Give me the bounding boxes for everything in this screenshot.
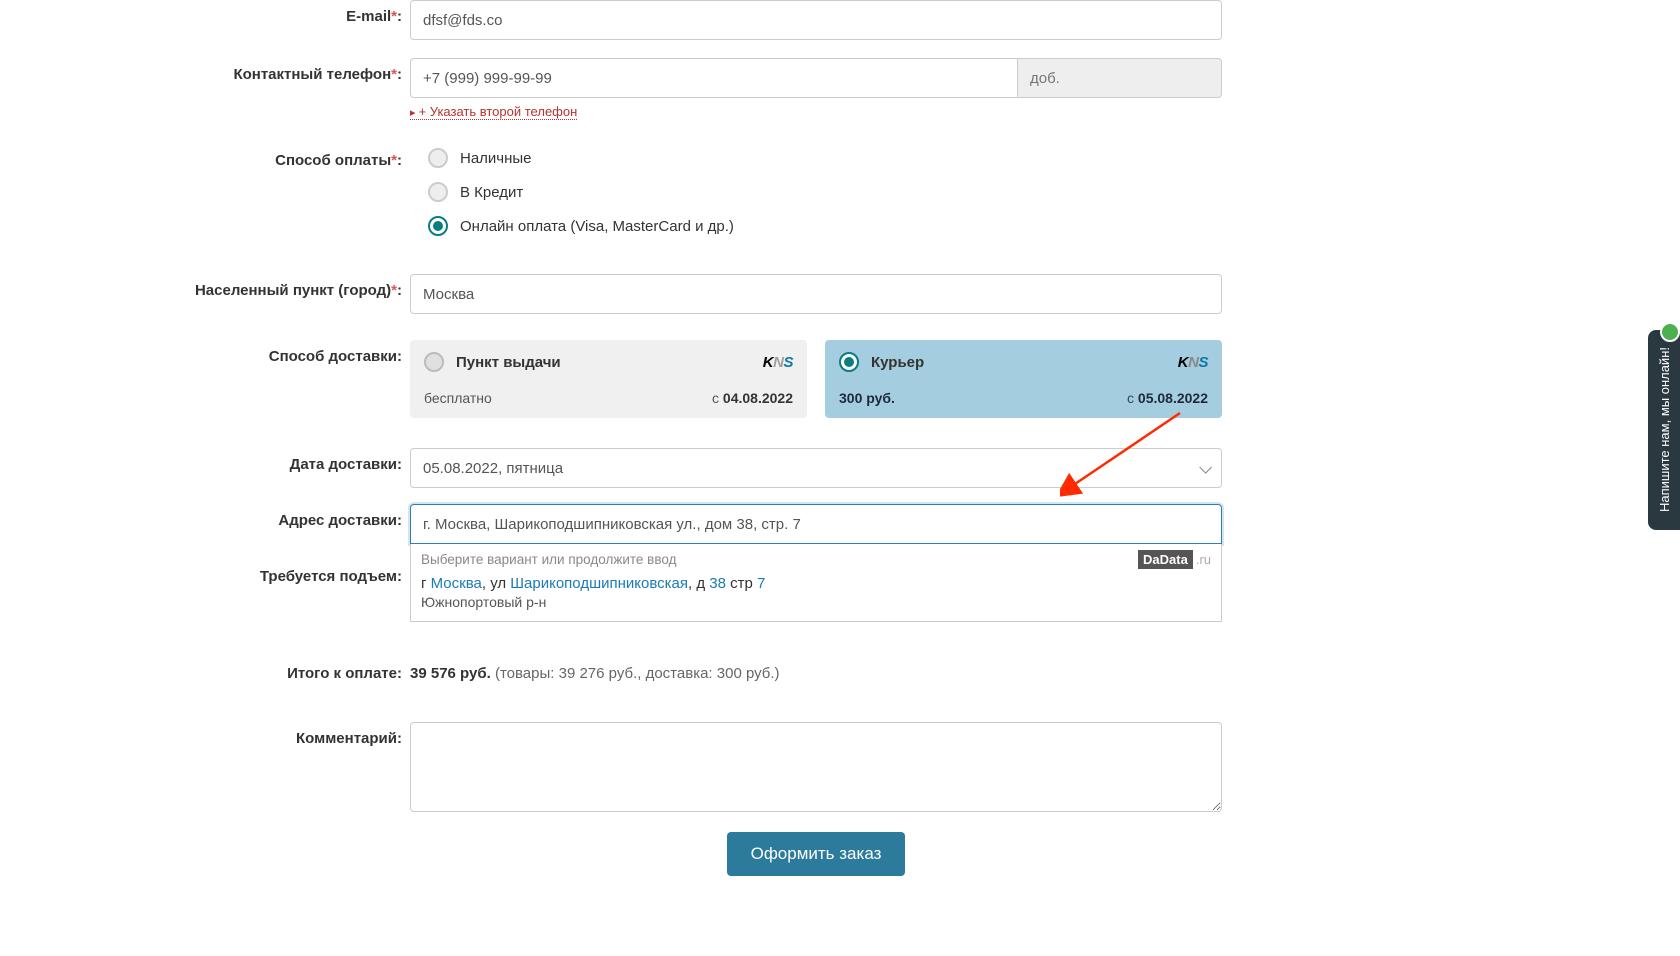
- payment-option-online[interactable]: Онлайн оплата (Visa, MasterCard и др.): [428, 216, 1222, 236]
- payment-label: Способ оплаты*:: [180, 144, 410, 169]
- radio-icon: [428, 148, 448, 168]
- delivery-option-courier[interactable]: Курьер KNS 300 руб. с 05.08.2022: [825, 340, 1222, 418]
- delivery-date-select[interactable]: 05.08.2022, пятница: [410, 448, 1222, 488]
- email-input[interactable]: [410, 0, 1222, 40]
- radio-icon: [839, 352, 859, 372]
- dadata-badge[interactable]: DaData.ru: [1138, 550, 1211, 569]
- delivery-option-pickup[interactable]: Пункт выдачи KNS бесплатно с 04.08.2022: [410, 340, 807, 418]
- address-input[interactable]: [410, 504, 1222, 544]
- lift-label: Требуется подъем:: [180, 560, 410, 585]
- phone-label: Контактный телефон*:: [180, 58, 410, 83]
- dropdown-hint: Выберите вариант или продолжите ввод: [421, 552, 676, 567]
- chat-widget-tab[interactable]: Напишите нам, мы онлайн!: [1648, 330, 1680, 530]
- kns-logo-icon: KNS: [763, 354, 793, 371]
- address-suggestions-dropdown: Выберите вариант или продолжите ввод DaD…: [410, 544, 1222, 622]
- add-second-phone-link[interactable]: + Указать второй телефон: [410, 104, 577, 120]
- payment-option-credit[interactable]: В Кредит: [428, 182, 1222, 202]
- radio-icon: [428, 216, 448, 236]
- delivery-address-label: Адрес доставки:: [180, 504, 410, 529]
- payment-option-cash[interactable]: Наличные: [428, 148, 1222, 168]
- comment-label: Комментарий:: [180, 722, 410, 747]
- total-label: Итого к оплате:: [180, 665, 410, 682]
- city-label: Населенный пункт (город)*:: [180, 274, 410, 299]
- radio-icon: [424, 352, 444, 372]
- kns-logo-icon: KNS: [1178, 354, 1208, 371]
- comment-textarea[interactable]: [410, 722, 1222, 812]
- delivery-date-label: Дата доставки:: [180, 448, 410, 473]
- city-input[interactable]: [410, 274, 1222, 314]
- phone-input[interactable]: [410, 58, 1017, 98]
- delivery-method-label: Способ доставки:: [180, 340, 410, 365]
- radio-icon: [428, 182, 448, 202]
- phone-ext-input[interactable]: [1017, 58, 1222, 98]
- total-value: 39 576 руб. (товары: 39 276 руб., достав…: [410, 665, 1222, 682]
- submit-order-button[interactable]: Оформить заказ: [727, 832, 906, 876]
- email-label: E-mail*:: [180, 0, 410, 25]
- address-suggestion-item[interactable]: г Москва, ул Шарикоподшипниковская, д 38…: [411, 571, 1221, 621]
